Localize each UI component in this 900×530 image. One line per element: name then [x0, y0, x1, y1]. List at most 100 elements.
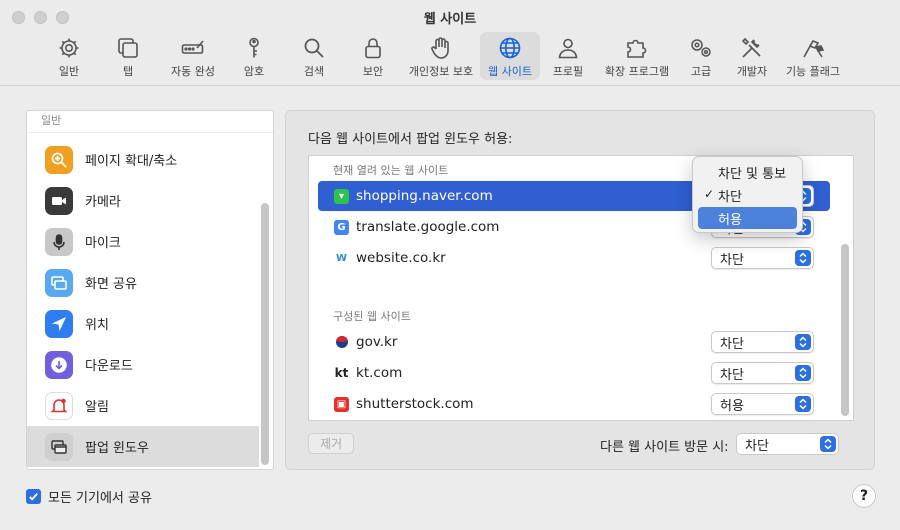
- website-favicon: W: [335, 252, 348, 264]
- site-name: website.co.kr: [356, 250, 446, 266]
- menu-item-allow[interactable]: 허용: [698, 207, 797, 229]
- google-translate-favicon: G: [334, 219, 349, 235]
- share-across-devices[interactable]: 모든 기기에서 공유: [26, 487, 152, 506]
- site-setting-select[interactable]: 허용: [711, 393, 814, 415]
- select-value: 차단: [720, 336, 744, 352]
- tab-search[interactable]: 검색: [284, 32, 344, 80]
- sidebar-scrollbar[interactable]: [261, 203, 269, 465]
- site-name: gov.kr: [356, 334, 398, 350]
- menu-item-label: 차단 및 통보: [718, 166, 787, 182]
- menu-item-label: 차단: [718, 189, 742, 205]
- tab-label: 확장 프로그램: [604, 65, 670, 78]
- share-label: 모든 기기에서 공유: [48, 491, 152, 506]
- person-icon: [558, 38, 578, 59]
- zoom-icon: [45, 145, 73, 174]
- tab-advanced[interactable]: 고급: [678, 32, 724, 80]
- sidebar-section-title: 일반: [27, 111, 273, 133]
- list-scrollbar[interactable]: [841, 244, 849, 416]
- table-row[interactable]: W website.co.kr 차단: [318, 243, 830, 273]
- site-setting-select[interactable]: 차단: [711, 362, 814, 384]
- sidebar-item-downloads[interactable]: 다운로드: [27, 344, 259, 385]
- gov-favicon: [334, 335, 349, 350]
- other-sites-select[interactable]: 차단: [736, 433, 839, 455]
- tab-tabs[interactable]: 탭: [94, 32, 162, 80]
- window-title: 웹 사이트: [423, 12, 477, 27]
- select-value: 허용: [720, 398, 744, 414]
- tab-websites[interactable]: 웹 사이트: [480, 32, 540, 80]
- globe-icon: [499, 37, 521, 59]
- panel-heading: 다음 웹 사이트에서 팝업 윈도우 허용:: [308, 132, 513, 147]
- gears-icon: [691, 39, 711, 57]
- menu-item-block-and-notify[interactable]: 차단 및 통보: [698, 161, 797, 183]
- tab-label: 기능 플래그: [785, 65, 841, 78]
- menu-item-block[interactable]: ✓ 차단: [698, 184, 797, 206]
- table-row[interactable]: kt kt.com 차단: [318, 358, 830, 388]
- site-setting-select[interactable]: 차단: [711, 247, 814, 269]
- site-name: shutterstock.com: [356, 396, 474, 412]
- screen-share-icon: [45, 268, 73, 297]
- sidebar-item-camera[interactable]: 카메라: [27, 180, 259, 221]
- chevron-updown-icon: [820, 436, 836, 452]
- tab-developer[interactable]: 개발자: [724, 32, 780, 80]
- chevron-updown-icon: [795, 396, 811, 412]
- sidebar-item-label: 카메라: [85, 195, 121, 210]
- tab-extensions[interactable]: 확장 프로그램: [596, 32, 678, 80]
- lock-icon: [365, 38, 381, 59]
- tab-feature-flags[interactable]: 기능 플래그: [780, 32, 846, 80]
- tabs-icon: [118, 38, 138, 58]
- tab-label: 보안: [362, 65, 384, 78]
- permissions-sidebar: 일반 페이지 확대/축소 카메라 마이크 화면 공유 위치 다운로드 알림 팝업…: [26, 110, 274, 470]
- remove-button[interactable]: 제거: [308, 433, 354, 454]
- download-icon: [45, 350, 73, 379]
- chevron-updown-icon: [795, 250, 811, 266]
- sidebar-item-label: 페이지 확대/축소: [85, 154, 178, 169]
- location-icon: [45, 309, 73, 338]
- checkmark-icon: ✓: [704, 187, 715, 201]
- sidebar-item-label: 화면 공유: [85, 277, 137, 292]
- tab-passwords[interactable]: 암호: [224, 32, 284, 80]
- table-row[interactable]: gov.kr 차단: [318, 327, 830, 357]
- tab-label: 프로필: [552, 65, 584, 78]
- checkmark-icon: [29, 493, 38, 501]
- select-value: 차단: [745, 438, 769, 454]
- tab-autofill[interactable]: 자동 완성: [162, 32, 224, 80]
- tab-security[interactable]: 보안: [344, 32, 402, 80]
- microphone-icon: [45, 227, 73, 256]
- chevron-updown-icon: [795, 334, 811, 350]
- sidebar-item-label: 다운로드: [85, 359, 133, 374]
- sidebar-item-notifications[interactable]: 알림: [27, 385, 259, 426]
- bell-icon: [45, 391, 73, 420]
- tab-profiles[interactable]: 프로필: [540, 32, 596, 80]
- puzzle-icon: [627, 39, 647, 58]
- share-checkbox[interactable]: [26, 489, 41, 504]
- sidebar-item-location[interactable]: 위치: [27, 303, 259, 344]
- sidebar-item-screen-share[interactable]: 화면 공유: [27, 262, 259, 303]
- tab-privacy[interactable]: 개인정보 보호: [402, 32, 480, 80]
- help-button[interactable]: ?: [852, 484, 876, 508]
- chevron-updown-icon: [795, 365, 811, 381]
- open-sites-section-title: 현재 열려 있는 웹 사이트: [333, 164, 449, 177]
- hand-icon: [431, 37, 449, 59]
- sidebar-item-label: 팝업 윈도우: [85, 441, 149, 456]
- sidebar-item-page-zoom[interactable]: 페이지 확대/축소: [27, 139, 259, 180]
- sidebar-item-label: 알림: [85, 400, 109, 415]
- sidebar-item-microphone[interactable]: 마이크: [27, 221, 259, 262]
- flags-icon: [803, 40, 825, 58]
- sidebar-item-popup-windows[interactable]: 팝업 윈도우: [27, 426, 259, 467]
- site-setting-select[interactable]: 차단: [711, 331, 814, 353]
- table-row[interactable]: ▣ shutterstock.com 허용: [318, 389, 830, 419]
- tab-label: 자동 완성: [171, 65, 215, 78]
- sidebar-item-label: 마이크: [85, 236, 121, 251]
- preferences-toolbar: 일반 탭 자동 완성 암호 검색 보안 개인정보 보호 웹 사이트 프로필 확장…: [44, 32, 846, 82]
- tab-label: 개발자: [736, 65, 768, 78]
- tab-label: 탭: [122, 65, 134, 78]
- tab-label: 고급: [690, 65, 712, 78]
- site-name: translate.google.com: [356, 219, 500, 235]
- tab-label: 암호: [243, 65, 265, 78]
- title-bar: 웹 사이트 일반 탭 자동 완성 암호 검색 보안 개인정보 보호 웹 사이트 …: [0, 0, 900, 86]
- gear-icon: [59, 38, 79, 58]
- tab-general[interactable]: 일반: [44, 32, 94, 80]
- autofill-icon: [181, 40, 204, 54]
- kt-favicon: kt: [334, 366, 349, 380]
- naver-favicon: ▾: [334, 188, 349, 204]
